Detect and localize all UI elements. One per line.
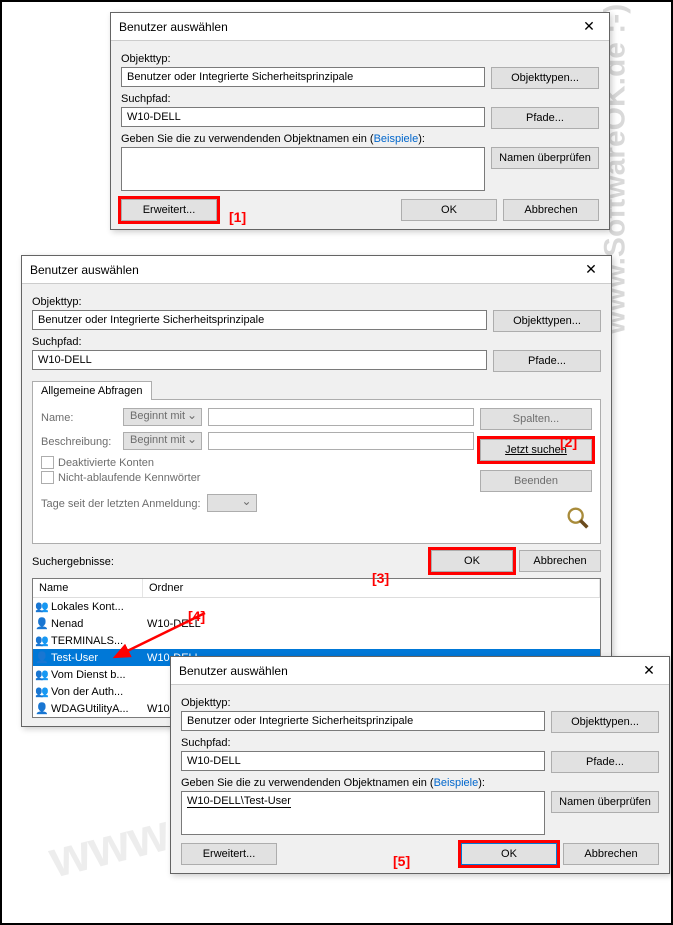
paths-button[interactable]: Pfade... [491,107,599,129]
searchpath-field: W10-DELL [181,751,545,771]
name-label: Name: [41,412,117,424]
cancel-button-d2[interactable]: Abbrechen [519,550,601,572]
annotation-1: [1] [229,209,246,225]
searchpath-label: Suchpfad: [181,737,659,749]
name-combo[interactable]: Beginnt mit [123,408,202,426]
check-names-button[interactable]: Namen überprüfen [551,791,659,813]
cancel-button-d1[interactable]: Abbrechen [503,199,599,221]
user-icon: 👤 [35,702,49,715]
users-icon: 👥 [35,668,49,681]
advanced-button[interactable]: Erweitert... [121,199,217,221]
users-icon: 👥 [35,634,49,647]
list-row[interactable]: 👥TERMINALS... [33,632,600,649]
deactivated-checkbox[interactable]: Deaktivierte Konten [41,456,474,469]
annotation-2: [2] [560,434,577,450]
tab-general-queries[interactable]: Allgemeine Abfragen [32,381,152,400]
paths-button[interactable]: Pfade... [551,751,659,773]
user-icon: 👤 [35,617,49,630]
searchpath-label: Suchpfad: [32,336,601,348]
nonexpiring-checkbox[interactable]: Nicht-ablaufende Kennwörter [41,471,474,484]
columns-button[interactable]: Spalten... [480,408,592,430]
window-title: Benutzer auswählen [179,664,288,678]
close-button[interactable]: ✕ [571,256,611,283]
annotation-4: [4] [188,608,205,624]
list-row[interactable]: 👥Lokales Kont... [33,598,600,615]
titlebar: Benutzer auswählen ✕ [111,13,609,41]
searchpath-label: Suchpfad: [121,93,599,105]
ok-button-d3[interactable]: OK [461,843,557,865]
window-title: Benutzer auswählen [119,20,228,34]
annotation-5: [5] [393,853,410,869]
users-icon: 👥 [35,600,49,613]
object-names-textarea[interactable]: W10-DELL\Test-User [181,791,545,835]
objecttypes-button[interactable]: Objekttypen... [551,711,659,733]
stop-button[interactable]: Beenden [480,470,592,492]
examples-link[interactable]: Beispiele [374,133,419,145]
cancel-button-d3[interactable]: Abbrechen [563,843,659,865]
annotation-3: [3] [372,570,389,586]
col-name[interactable]: Name [33,579,143,597]
paths-button[interactable]: Pfade... [493,350,601,372]
name-input[interactable] [208,408,474,426]
objecttype-label: Objekttyp: [181,697,659,709]
objecttype-label: Objekttyp: [32,296,601,308]
searchpath-field: W10-DELL [32,350,487,370]
check-names-button[interactable]: Namen überprüfen [491,147,599,169]
description-label: Beschreibung: [41,436,117,448]
object-names-textarea[interactable] [121,147,485,191]
objecttype-field: Benutzer oder Integrierte Sicherheitspri… [32,310,487,330]
description-input[interactable] [208,432,474,450]
close-button[interactable]: ✕ [629,657,669,684]
objecttype-label: Objekttyp: [121,53,599,65]
ok-button-d1[interactable]: OK [401,199,497,221]
tab-panel: Name: Beginnt mit Beschreibung: Beginnt … [32,399,601,544]
titlebar: Benutzer auswählen ✕ [22,256,611,284]
objecttypes-button[interactable]: Objekttypen... [491,67,599,89]
titlebar: Benutzer auswählen ✕ [171,657,669,685]
window-title: Benutzer auswählen [30,263,139,277]
enter-names-label: Geben Sie die zu verwendenden Objektname… [121,133,599,145]
dialog-basic-bottom: Benutzer auswählen ✕ Objekttyp: Benutzer… [170,656,670,874]
results-label: Suchergebnisse: [32,556,431,568]
dialog-basic-top: Benutzer auswählen ✕ Objekttyp: Benutzer… [110,12,610,230]
enter-names-label: Geben Sie die zu verwendenden Objektname… [181,777,659,789]
close-button[interactable]: ✕ [569,13,609,40]
days-combo [207,494,257,512]
days-label: Tage seit der letzten Anmeldung: [41,498,201,510]
description-combo[interactable]: Beginnt mit [123,432,202,450]
magnifier-icon [564,504,592,532]
objecttype-field: Benutzer oder Integrierte Sicherheitspri… [181,711,545,731]
ok-button-d2[interactable]: OK [431,550,513,572]
examples-link[interactable]: Beispiele [434,777,479,789]
objecttype-field: Benutzer oder Integrierte Sicherheitspri… [121,67,485,87]
searchpath-field: W10-DELL [121,107,485,127]
users-icon: 👥 [35,685,49,698]
advanced-button[interactable]: Erweitert... [181,843,277,865]
list-header: Name Ordner [33,579,600,598]
objecttypes-button[interactable]: Objekttypen... [493,310,601,332]
list-row[interactable]: 👤NenadW10-DELL [33,615,600,632]
user-icon: 👤 [35,651,49,664]
